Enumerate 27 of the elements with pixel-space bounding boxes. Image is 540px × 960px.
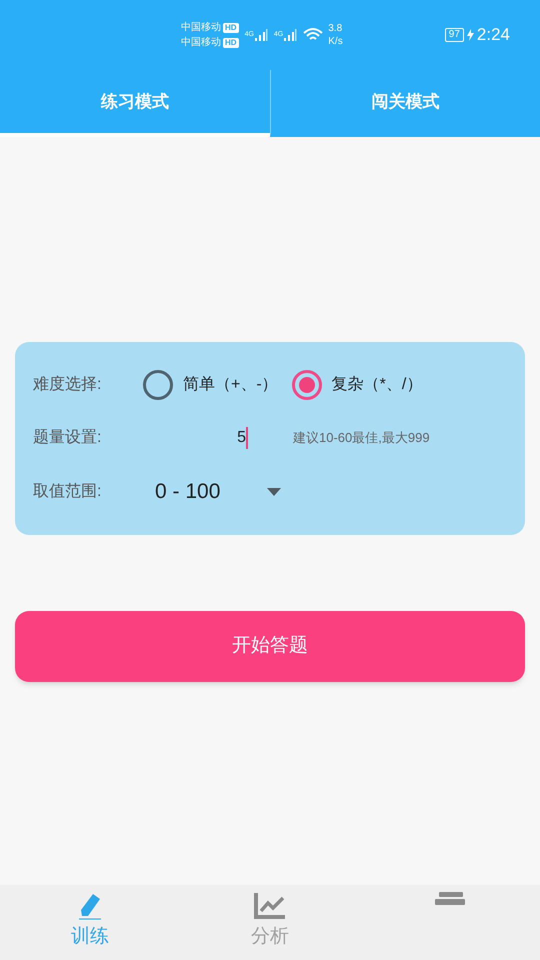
count-input[interactable]: 5 bbox=[143, 426, 248, 450]
count-label: 题量设置: bbox=[33, 428, 102, 448]
clock-time: 2:24 bbox=[476, 24, 510, 46]
mode-tab[interactable]: 闯关模式 bbox=[270, 70, 540, 137]
signal-icon bbox=[283, 28, 298, 42]
line-chart-icon bbox=[253, 891, 287, 921]
mode-tab[interactable]: 练习模式 bbox=[0, 70, 270, 137]
start-button[interactable]: 开始答题 bbox=[15, 611, 525, 682]
hd-badge: HD bbox=[223, 22, 239, 32]
count-hint: 建议10-60最佳,最大999 bbox=[293, 429, 430, 447]
difficulty-radio[interactable]: 简单（+、-） bbox=[143, 370, 278, 400]
charging-icon bbox=[466, 29, 474, 41]
dropdown-caret-icon bbox=[267, 488, 281, 496]
nav-tab[interactable]: 训练 bbox=[0, 885, 180, 960]
difficulty-radio[interactable]: 复杂（*、/） bbox=[292, 370, 422, 400]
difficulty-label: 难度选择: bbox=[33, 374, 102, 395]
carrier-name: 中国移动 bbox=[181, 36, 221, 50]
range-label: 取值范围: bbox=[33, 482, 102, 502]
carrier-name: 中国移动 bbox=[181, 20, 221, 34]
signal-icon bbox=[254, 28, 268, 42]
cards-icon bbox=[433, 891, 467, 905]
nav-tab[interactable]: 分析 bbox=[180, 885, 360, 960]
hd-badge: HD bbox=[223, 38, 239, 48]
battery-level: 97 bbox=[444, 28, 464, 42]
network-speed-unit: K/s bbox=[328, 35, 343, 48]
network-speed: 3.8 bbox=[328, 22, 343, 35]
range-dropdown[interactable]: 0 - 100 bbox=[155, 476, 267, 508]
